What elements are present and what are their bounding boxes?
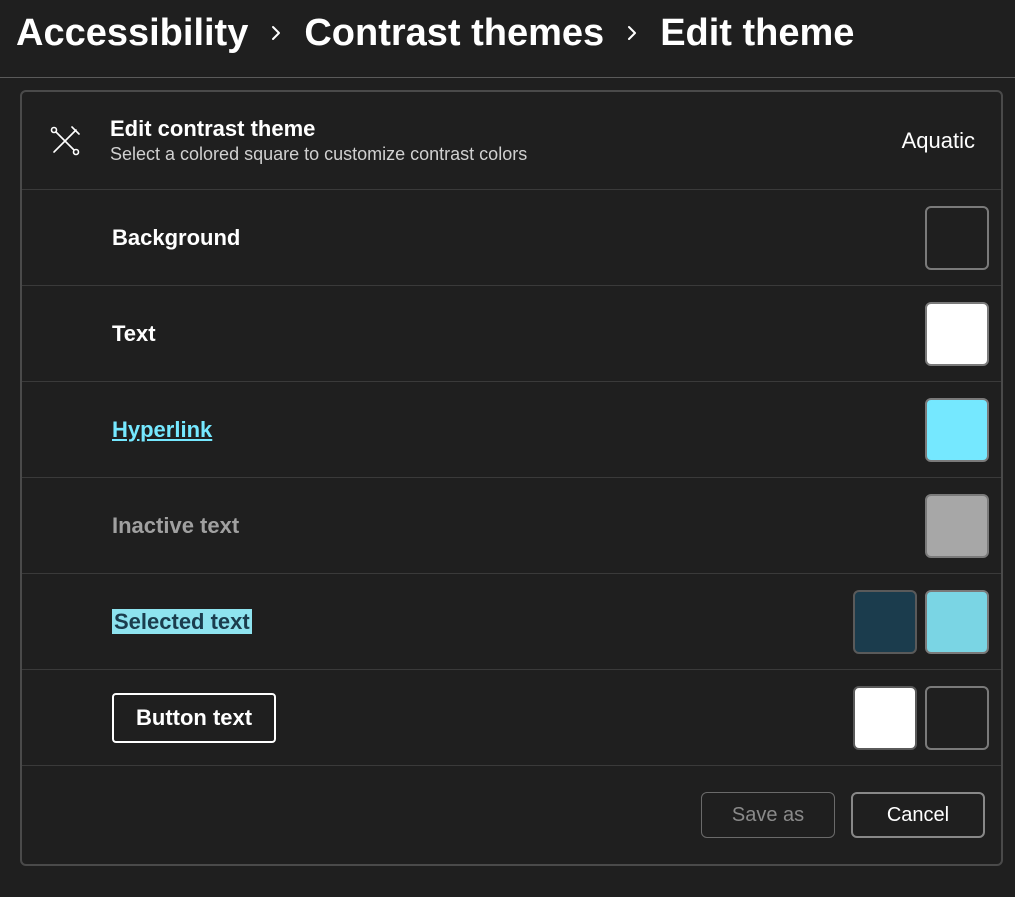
cancel-button[interactable]: Cancel	[851, 792, 985, 838]
breadcrumb-item-contrast-themes[interactable]: Contrast themes	[304, 12, 604, 55]
chevron-right-icon	[624, 20, 640, 48]
breadcrumb-item-accessibility[interactable]: Accessibility	[16, 12, 248, 55]
header-divider	[0, 77, 1015, 78]
row-label-text: Text	[112, 321, 925, 347]
edit-theme-panel: Edit contrast theme Select a colored squ…	[20, 90, 1003, 866]
panel-header: Edit contrast theme Select a colored squ…	[22, 92, 1001, 189]
swatch-hyperlink[interactable]	[925, 398, 989, 462]
row-label-inactive: Inactive text	[112, 513, 925, 539]
swatch-inactive[interactable]	[925, 494, 989, 558]
paint-icon	[48, 124, 82, 158]
save-as-button[interactable]: Save as	[701, 792, 835, 838]
row-selected-text: Selected text	[22, 573, 1001, 669]
row-label-button: Button text	[112, 693, 276, 743]
breadcrumb-item-edit-theme: Edit theme	[660, 12, 854, 55]
swatch-button-fg[interactable]	[853, 686, 917, 750]
panel-subtitle: Select a colored square to customize con…	[110, 144, 874, 165]
row-inactive-text: Inactive text	[22, 477, 1001, 573]
chevron-right-icon	[268, 20, 284, 48]
row-label-hyperlink[interactable]: Hyperlink	[112, 417, 925, 443]
row-background: Background	[22, 189, 1001, 285]
swatch-selected-bg[interactable]	[925, 590, 989, 654]
row-hyperlink: Hyperlink	[22, 381, 1001, 477]
breadcrumb: Accessibility Contrast themes Edit theme	[0, 0, 1015, 77]
swatch-button-bg[interactable]	[925, 686, 989, 750]
row-label-background: Background	[112, 225, 925, 251]
swatch-background[interactable]	[925, 206, 989, 270]
row-text: Text	[22, 285, 1001, 381]
panel-footer: Save as Cancel	[22, 765, 1001, 864]
panel-title: Edit contrast theme	[110, 116, 874, 142]
theme-name-label: Aquatic	[902, 128, 975, 154]
swatch-text[interactable]	[925, 302, 989, 366]
panel-header-text: Edit contrast theme Select a colored squ…	[110, 116, 874, 165]
swatch-selected-fg[interactable]	[853, 590, 917, 654]
row-button-text: Button text	[22, 669, 1001, 765]
row-label-selected: Selected text	[112, 609, 252, 634]
